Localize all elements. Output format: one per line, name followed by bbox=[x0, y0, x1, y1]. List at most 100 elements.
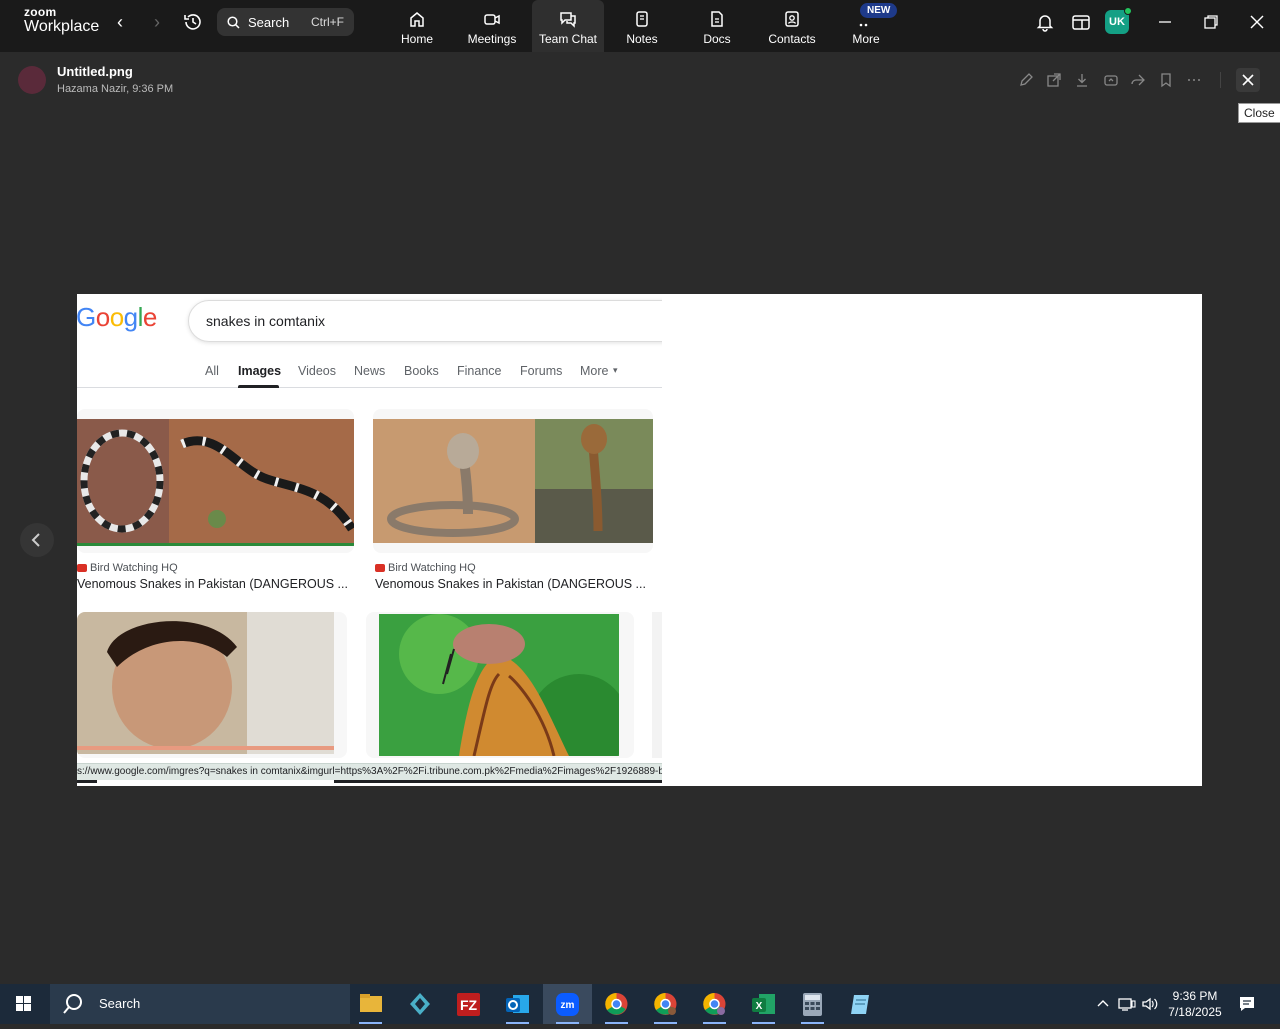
tab-home[interactable]: Home bbox=[381, 0, 453, 52]
tab-label: More bbox=[852, 32, 880, 46]
notification-bell-icon[interactable] bbox=[1035, 12, 1055, 32]
taskbar-search[interactable]: Search bbox=[50, 984, 350, 1024]
windows-taskbar: Search FZ zm X 9:36 PM 7/18/2025 bbox=[0, 984, 1280, 1024]
system-clock[interactable]: 9:36 PM 7/18/2025 bbox=[1160, 988, 1230, 1020]
result-title: Venomous Snakes in Pakistan (DANGEROUS .… bbox=[375, 577, 646, 591]
edit-icon[interactable] bbox=[1018, 72, 1034, 88]
status-url-bar: s://www.google.com/imgres?q=snakes in co… bbox=[77, 763, 662, 780]
close-icon bbox=[1242, 74, 1254, 86]
scroll-indicator bbox=[334, 780, 662, 783]
result-source: Bird Watching HQ bbox=[375, 562, 476, 574]
taskbar-notepad[interactable] bbox=[837, 984, 886, 1024]
calendar-icon[interactable] bbox=[1071, 12, 1091, 32]
file-explorer-icon bbox=[360, 994, 382, 1012]
dropdown-caret-icon: ▾ bbox=[613, 365, 618, 375]
svg-text:zm: zm bbox=[561, 1000, 575, 1011]
more-options-icon[interactable] bbox=[1186, 72, 1202, 88]
partial-card bbox=[652, 612, 662, 758]
google-search-box: snakes in comtanix bbox=[188, 300, 662, 342]
taskbar-filezilla[interactable]: FZ bbox=[444, 984, 493, 1024]
google-tab-books: Books bbox=[404, 364, 439, 378]
search-icon bbox=[63, 994, 82, 1014]
search-label: Search bbox=[248, 14, 290, 30]
taskbar-chrome-profile[interactable] bbox=[641, 984, 690, 1024]
krait-snake-image bbox=[77, 419, 354, 546]
taskbar-outlook[interactable] bbox=[493, 984, 542, 1024]
taskbar-excel[interactable]: X bbox=[739, 984, 788, 1024]
video-icon bbox=[484, 14, 500, 25]
google-screenshot: Google snakes in comtanix All Images Vid… bbox=[77, 294, 662, 786]
search-shortcut: Ctrl+F bbox=[311, 15, 344, 29]
tab-docs[interactable]: Docs bbox=[681, 0, 753, 52]
file-meta: Hazama Nazir, 9:36 PM bbox=[57, 83, 174, 95]
tab-team-chat[interactable]: Team Chat bbox=[532, 0, 604, 52]
google-tab-finance: Finance bbox=[457, 364, 502, 378]
taskbar-app-diamond[interactable] bbox=[395, 984, 444, 1024]
google-tab-more: More bbox=[580, 364, 609, 378]
taskbar-search-label: Search bbox=[99, 996, 141, 1011]
global-search-input[interactable]: Search Ctrl+F bbox=[217, 8, 354, 36]
tab-label: Notes bbox=[626, 32, 658, 46]
share-screen-icon[interactable] bbox=[1103, 72, 1119, 88]
chrome-profile-2-icon bbox=[703, 992, 726, 1015]
cobra-snake-image bbox=[373, 419, 653, 543]
toolbar-divider bbox=[1220, 72, 1221, 88]
zoom-workplace-logo: zoom Workplace bbox=[24, 6, 99, 35]
docs-icon bbox=[711, 11, 723, 27]
result-source-label: Bird Watching HQ bbox=[90, 562, 178, 574]
history-icon[interactable] bbox=[182, 11, 204, 33]
svg-text:FZ: FZ bbox=[460, 997, 478, 1013]
result-title: Venomous Snakes in Pakistan (DANGEROUS .… bbox=[77, 577, 348, 591]
back-arrow-icon[interactable]: ‹ bbox=[110, 12, 130, 32]
google-tabs: All Images Videos News Books Finance For… bbox=[77, 362, 662, 388]
taskbar-file-explorer[interactable] bbox=[346, 984, 395, 1024]
contacts-icon bbox=[785, 11, 799, 27]
close-viewer-button[interactable] bbox=[1236, 68, 1260, 92]
network-icon[interactable] bbox=[1118, 996, 1136, 1012]
taskbar-chrome[interactable] bbox=[592, 984, 641, 1024]
forward-arrow-icon[interactable]: › bbox=[147, 12, 167, 32]
tab-contacts[interactable]: Contacts bbox=[756, 0, 828, 52]
result-source-label: Bird Watching HQ bbox=[388, 562, 476, 574]
person-photo-image bbox=[77, 612, 334, 754]
calculator-icon bbox=[803, 993, 822, 1016]
filezilla-icon: FZ bbox=[457, 993, 480, 1016]
open-external-icon[interactable] bbox=[1046, 72, 1062, 88]
taskbar-zoom[interactable]: zm bbox=[543, 984, 592, 1024]
tab-meetings[interactable]: Meetings bbox=[456, 0, 528, 52]
taskbar-chrome-profile-2[interactable] bbox=[690, 984, 739, 1024]
chrome-profile-icon bbox=[654, 992, 677, 1015]
avatar-initials: UK bbox=[1109, 16, 1125, 28]
restore-icon[interactable] bbox=[1201, 12, 1221, 32]
chevron-left-icon bbox=[31, 533, 40, 547]
window-close-icon[interactable] bbox=[1247, 12, 1267, 32]
king-cobra-image bbox=[379, 614, 619, 756]
google-tab-videos: Videos bbox=[298, 364, 336, 378]
minimize-icon[interactable] bbox=[1155, 12, 1175, 32]
user-avatar[interactable]: UK bbox=[1105, 7, 1132, 34]
start-button[interactable] bbox=[0, 984, 48, 1024]
bookmark-icon[interactable] bbox=[1158, 72, 1174, 88]
tab-notes[interactable]: Notes bbox=[606, 0, 678, 52]
tab-label: Team Chat bbox=[538, 32, 598, 46]
download-icon[interactable] bbox=[1074, 72, 1090, 88]
notification-center-icon[interactable] bbox=[1238, 995, 1256, 1013]
chevron-up-icon[interactable] bbox=[1095, 996, 1111, 1012]
chat-icon bbox=[560, 12, 576, 28]
volume-icon[interactable] bbox=[1141, 996, 1159, 1012]
outlook-icon bbox=[506, 995, 529, 1013]
taskbar-calculator[interactable] bbox=[788, 984, 837, 1024]
clock-date: 7/18/2025 bbox=[1168, 1005, 1222, 1019]
image-result-card bbox=[366, 612, 634, 758]
tab-label: Contacts bbox=[768, 32, 816, 46]
forward-icon[interactable] bbox=[1130, 72, 1146, 88]
active-tab-underline bbox=[238, 385, 279, 388]
excel-icon: X bbox=[752, 994, 775, 1014]
scroll-indicator bbox=[77, 780, 97, 783]
tab-label: Home bbox=[400, 32, 433, 46]
source-favicon bbox=[375, 564, 385, 573]
google-tab-images: Images bbox=[238, 364, 282, 378]
source-favicon bbox=[77, 564, 87, 573]
logo-small-text: zoom bbox=[24, 5, 57, 19]
previous-image-button[interactable] bbox=[20, 523, 54, 557]
